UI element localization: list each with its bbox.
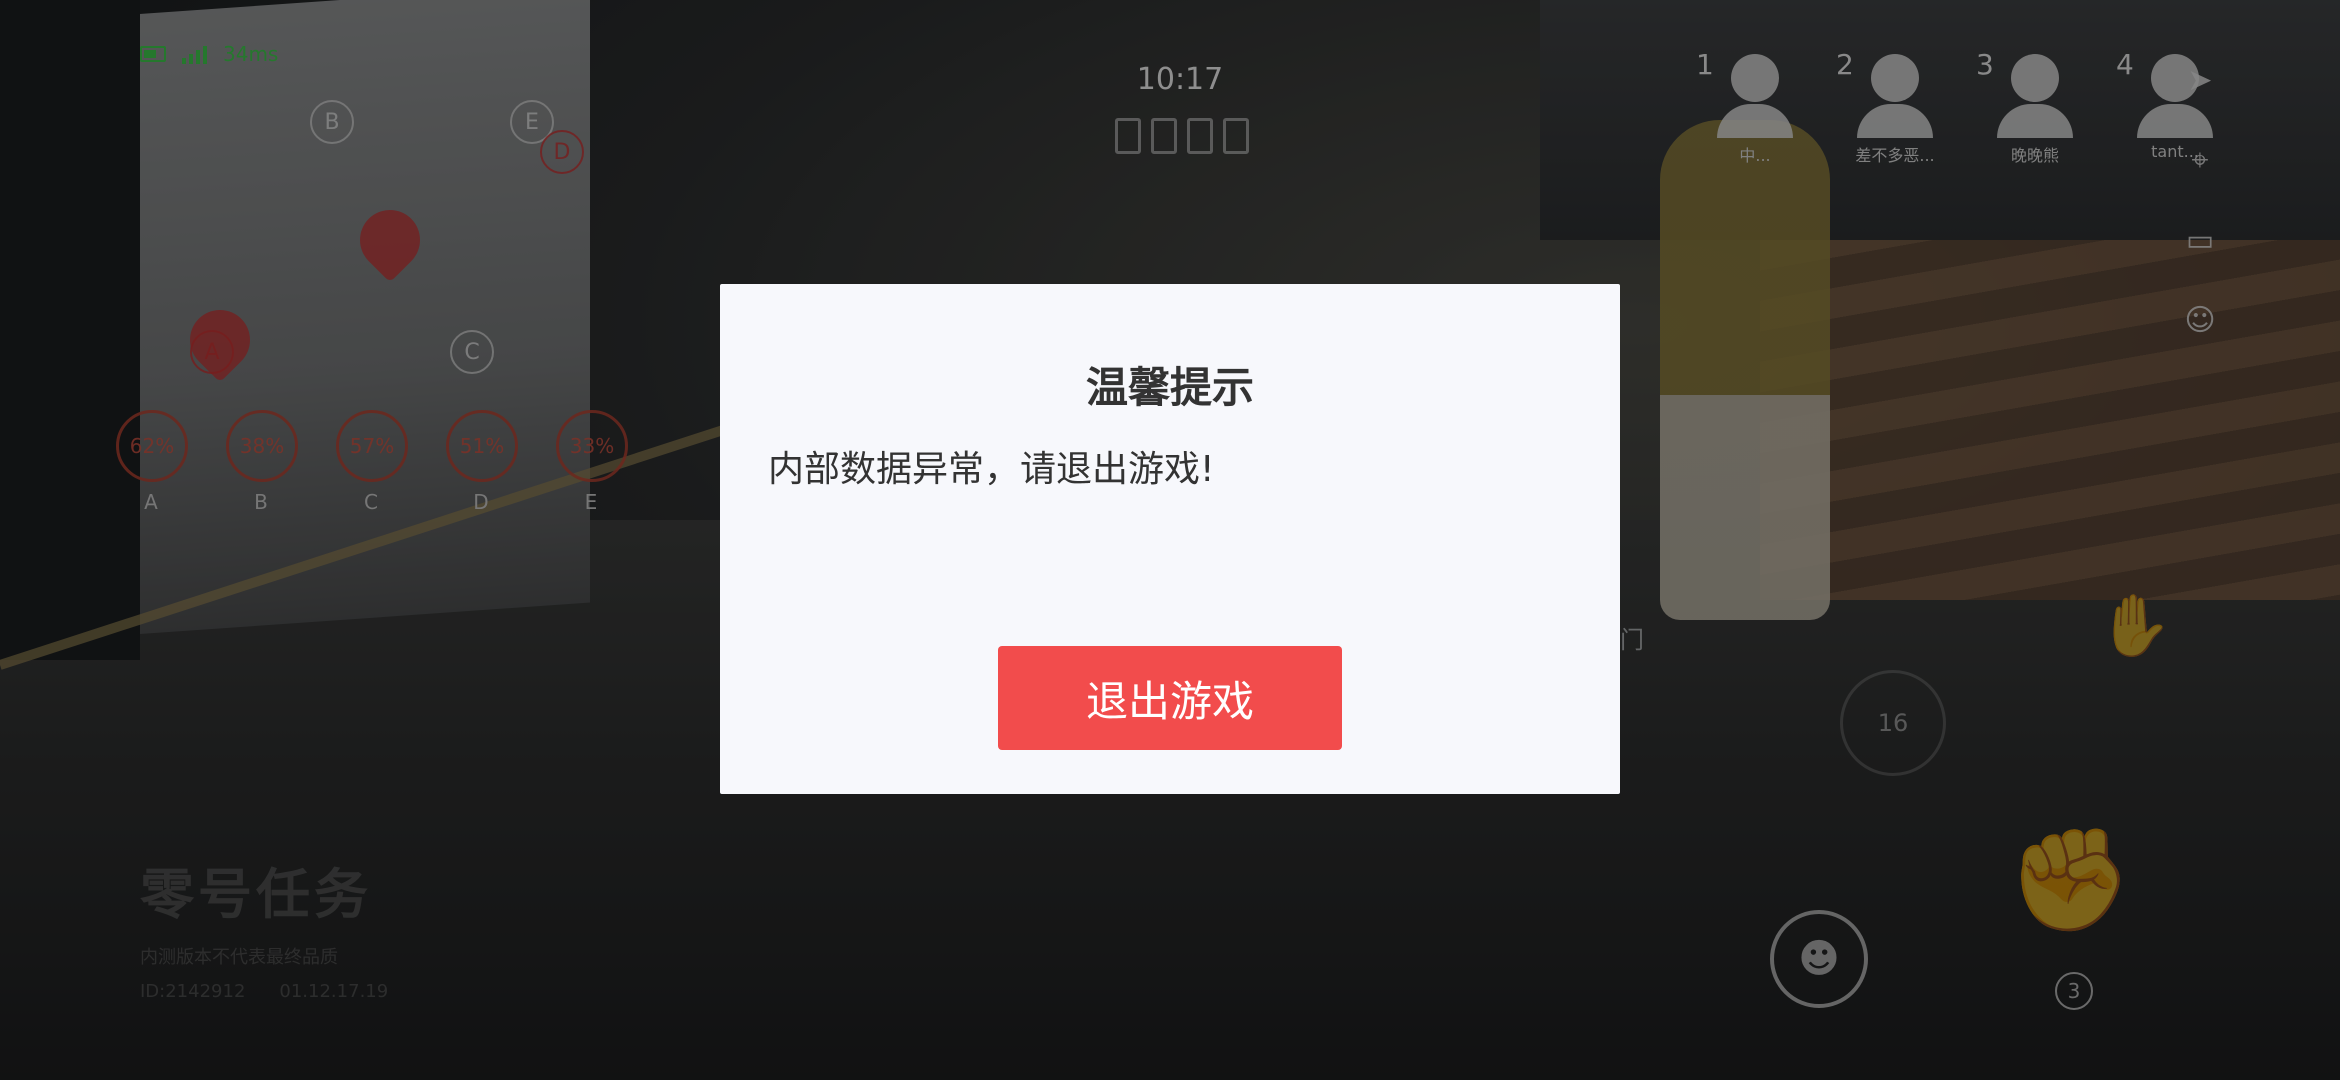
dialog-message: 内部数据异常，请退出游戏! [768,449,1215,490]
exit-game-button[interactable]: 退出游戏 [998,646,1342,750]
warning-dialog: 温馨提示 内部数据异常，请退出游戏! 退出游戏 [720,284,1620,794]
dialog-title: 温馨提示 [1085,363,1254,412]
